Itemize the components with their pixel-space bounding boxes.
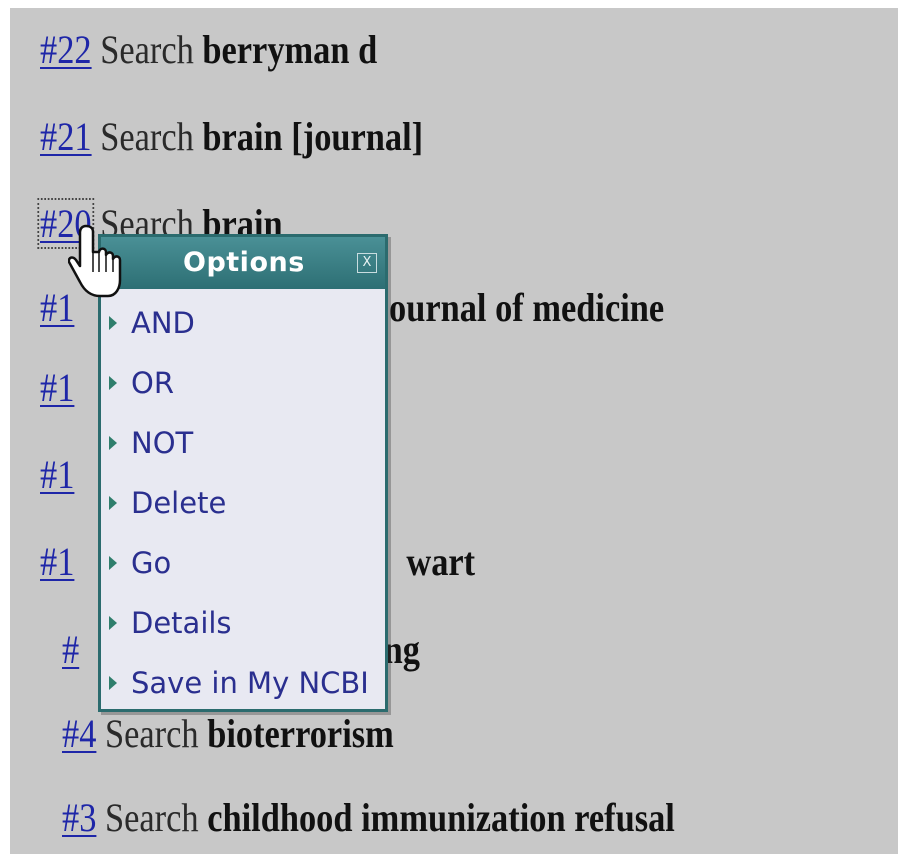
- history-search-term: bioterrorism: [207, 711, 394, 756]
- history-search-term: brain [journal]: [202, 114, 424, 159]
- history-search-word: Search: [100, 27, 194, 72]
- history-row: #22 Search berryman d: [40, 30, 377, 70]
- history-search-term: childhood immunization refusal: [207, 795, 675, 840]
- menu-item-label: AND: [131, 306, 195, 340]
- menu-item-label: OR: [131, 366, 174, 400]
- history-row: #3 Search childhood immunization refusal: [62, 798, 675, 838]
- history-row: #21 Search brain [journal]: [40, 117, 423, 157]
- history-number-link[interactable]: #3: [62, 795, 96, 840]
- history-number-link[interactable]: #21: [40, 114, 92, 159]
- triangle-right-icon: [109, 616, 117, 630]
- menu-item-label: NOT: [131, 426, 194, 460]
- history-row: #1: [40, 455, 74, 495]
- history-search-word: Search: [105, 795, 199, 840]
- menu-item-details[interactable]: Details: [101, 593, 385, 653]
- menu-item-and[interactable]: AND: [101, 293, 385, 353]
- triangle-right-icon: [109, 496, 117, 510]
- menu-item-label: Save in My NCBI: [131, 666, 369, 700]
- popup-title: Options: [183, 247, 305, 278]
- menu-item-label: Delete: [131, 486, 227, 520]
- history-number-link[interactable]: #1: [40, 452, 74, 497]
- menu-item-label: Details: [131, 606, 232, 640]
- history-search-term: ng: [383, 627, 420, 672]
- history-row: #4 Search bioterrorism: [62, 714, 394, 754]
- hand-pointer-icon: [68, 224, 122, 298]
- history-number-link[interactable]: #22: [40, 27, 92, 72]
- menu-item-not[interactable]: NOT: [101, 413, 385, 473]
- history-number-link[interactable]: #: [62, 627, 79, 672]
- history-number-link[interactable]: #1: [40, 539, 74, 584]
- triangle-right-icon: [109, 316, 117, 330]
- history-row: #1: [40, 368, 74, 408]
- search-history-panel: #22 Search berryman d #21 Search brain […: [10, 8, 898, 854]
- menu-item-or[interactable]: OR: [101, 353, 385, 413]
- history-search-term: wart: [406, 539, 476, 584]
- menu-item-label: Go: [131, 546, 172, 580]
- menu-item-go[interactable]: Go: [101, 533, 385, 593]
- history-search-word: Search: [100, 114, 194, 159]
- triangle-right-icon: [109, 436, 117, 450]
- history-search-term: berryman d: [202, 27, 378, 72]
- popup-header[interactable]: Options X: [101, 237, 385, 289]
- triangle-right-icon: [109, 376, 117, 390]
- options-popup: Options X AND OR NOT Delete Go Details S…: [98, 234, 388, 712]
- menu-item-save-in-my-ncbi[interactable]: Save in My NCBI: [101, 653, 385, 713]
- triangle-right-icon: [109, 676, 117, 690]
- history-number-link[interactable]: #1: [40, 365, 74, 410]
- triangle-right-icon: [109, 556, 117, 570]
- close-icon[interactable]: X: [357, 253, 377, 273]
- menu-item-delete[interactable]: Delete: [101, 473, 385, 533]
- history-number-link[interactable]: #4: [62, 711, 96, 756]
- history-search-word: Search: [105, 711, 199, 756]
